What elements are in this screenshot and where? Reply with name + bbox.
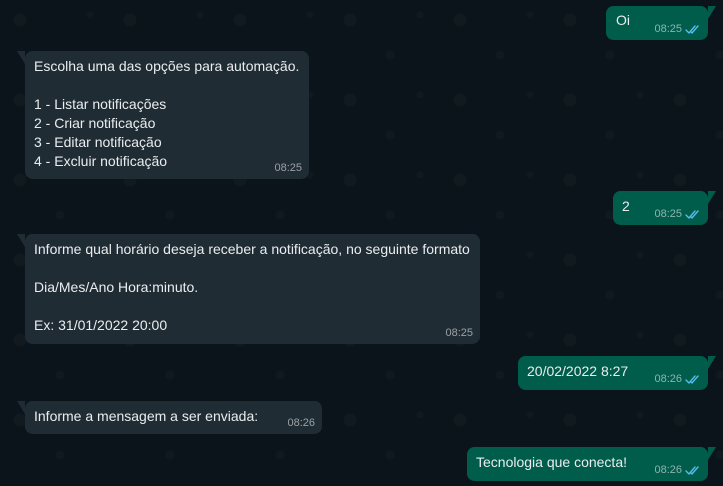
double-check-read-icon — [685, 209, 701, 220]
message-incoming[interactable]: Escolha uma das opções para automação. 1… — [17, 51, 309, 179]
message-time: 08:26 — [654, 464, 682, 476]
double-check-read-icon — [685, 465, 701, 476]
message-outgoing[interactable]: 2 08:25 — [613, 191, 716, 225]
message-text: Informe qual horário deseja receber a no… — [34, 241, 470, 333]
message-time: 08:26 — [287, 417, 315, 429]
message-meta: 08:25 — [445, 326, 473, 341]
message-meta: 08:25 — [654, 22, 701, 37]
message-meta: 08:26 — [654, 463, 701, 478]
message-meta: 08:26 — [287, 416, 315, 431]
double-check-read-icon — [685, 24, 701, 35]
message-time: 08:25 — [654, 208, 682, 220]
message-text: Tecnologia que conecta! — [476, 454, 627, 470]
message-time: 08:25 — [274, 162, 302, 174]
message-time: 08:25 — [445, 327, 473, 339]
message-time: 08:25 — [654, 23, 682, 35]
message-outgoing[interactable]: Tecnologia que conecta! 08:26 — [467, 447, 716, 481]
chat-conversation: Oi 08:25 Escolha uma das opções para aut… — [0, 0, 723, 486]
message-incoming[interactable]: Informe qual horário deseja receber a no… — [17, 234, 480, 344]
message-text: Informe a mensagem a ser enviada: — [34, 408, 259, 424]
message-meta: 08:25 — [654, 207, 701, 222]
message-text: 20/02/2022 8:27 — [527, 363, 629, 379]
message-incoming[interactable]: Informe a mensagem a ser enviada: 08:26 — [17, 401, 322, 434]
message-meta: 08:26 — [654, 372, 701, 387]
message-text: Escolha uma das opções para automação. 1… — [34, 58, 300, 169]
message-text: Oi — [616, 12, 630, 28]
message-outgoing[interactable]: 20/02/2022 8:27 08:26 — [518, 356, 716, 390]
message-time: 08:26 — [654, 373, 682, 385]
message-text: 2 — [622, 198, 630, 214]
double-check-read-icon — [685, 374, 701, 385]
message-meta: 08:25 — [274, 161, 302, 176]
message-outgoing[interactable]: Oi 08:25 — [606, 6, 716, 40]
